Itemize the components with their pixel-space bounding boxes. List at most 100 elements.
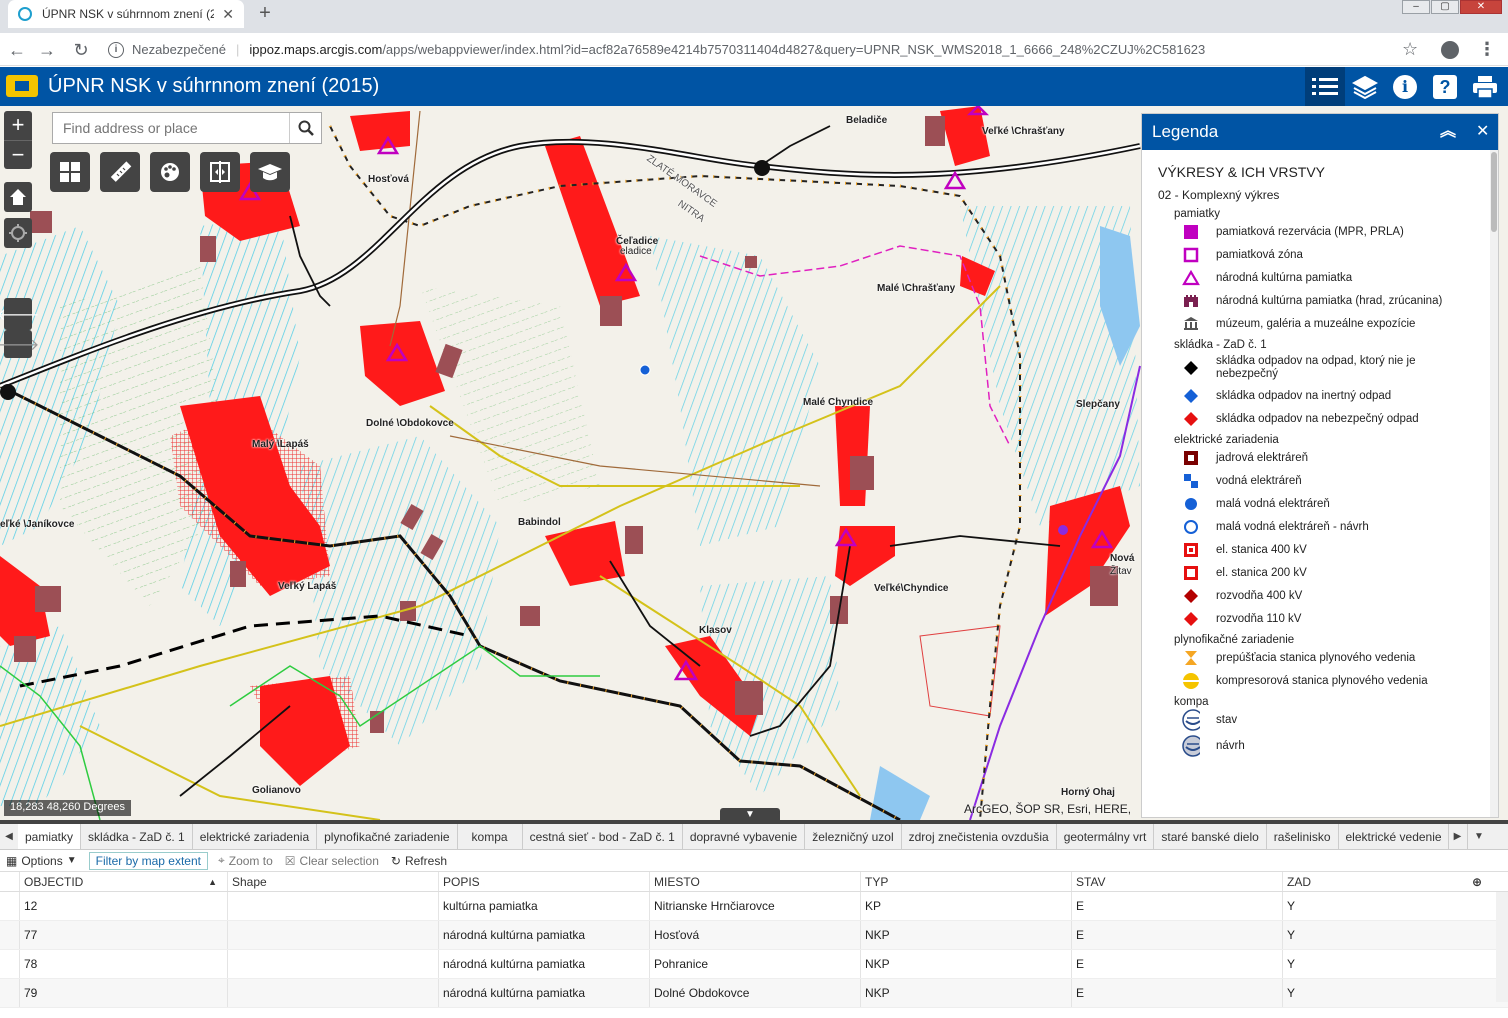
tab-zeleznicny-uzol[interactable]: železničný uzol	[805, 824, 902, 849]
help-button[interactable]: ?	[1425, 67, 1465, 106]
filter-by-map-extent-button[interactable]: Filter by map extent	[88, 851, 208, 870]
close-panel-icon[interactable]: ✕	[1476, 114, 1489, 150]
tab-stare-banske-dielo[interactable]: staré banské dielo	[1154, 824, 1267, 849]
row-select-cell[interactable]	[0, 979, 20, 1007]
column-header-shape[interactable]: Shape	[228, 872, 439, 891]
refresh-label: Refresh	[404, 853, 447, 868]
account-avatar-icon[interactable]	[1441, 41, 1459, 59]
table-row[interactable]: 77 národná kultúrna pamiatka Hosťová NKP…	[0, 921, 1508, 950]
place-label: Slepčany	[1076, 399, 1120, 410]
railway-node[interactable]	[0, 384, 16, 400]
sort-asc-icon: ▲	[208, 876, 217, 887]
legend-group-label: kompa	[1174, 696, 1209, 708]
browser-tab[interactable]: ÚPNR NSK v súhrnnom znení (20 ✕	[8, 0, 244, 28]
tab-geotermalny-vrt[interactable]: geotermálny vrt	[1056, 824, 1155, 849]
measure-button[interactable]	[100, 152, 140, 192]
column-header-stav[interactable]: STAV	[1072, 872, 1283, 891]
legend-item-label: rozvodňa 110 kV	[1216, 612, 1302, 625]
layers-icon	[1352, 75, 1378, 99]
zoom-in-button[interactable]: +	[4, 111, 32, 140]
railway-node[interactable]	[754, 160, 770, 176]
layers-button[interactable]	[1345, 67, 1385, 106]
station-node[interactable]	[1058, 525, 1068, 535]
browser-tabbar: ÚPNR NSK v súhrnnom znení (20 ✕ + – ▢ ✕	[0, 0, 1508, 33]
cell-typ: NKP	[861, 921, 1072, 949]
settlement-area	[545, 521, 625, 586]
next-extent-button[interactable]: 🡒	[0, 330, 39, 358]
info-icon[interactable]: i	[108, 41, 124, 58]
search-input[interactable]	[53, 113, 289, 143]
legend-item: národná kultúrna pamiatka	[1182, 270, 1498, 286]
options-menu[interactable]: ▦ Options ▼	[6, 854, 77, 868]
legend-item: rozvodňa 400 kV	[1182, 588, 1498, 604]
tab-elektricke-vedenie[interactable]: elektrické vedenie	[1338, 824, 1449, 849]
clear-selection-button[interactable]: ☒ Clear selection	[285, 854, 379, 868]
url-field[interactable]: i Nezabezpečené | ippoz.maps.arcgis.com …	[108, 37, 1428, 62]
legend-list-button[interactable]	[1305, 67, 1345, 106]
attribute-table-toggle[interactable]: ▼	[720, 808, 780, 820]
row-select-cell[interactable]	[0, 921, 20, 949]
column-header-typ[interactable]: TYP	[861, 872, 1072, 891]
legend-scroll-thumb[interactable]	[1491, 152, 1497, 232]
column-header-popis[interactable]: POPIS	[439, 872, 650, 891]
column-header-zad[interactable]: ZAD ⊕	[1283, 872, 1488, 891]
table-row[interactable]: 79 národná kultúrna pamiatka Dolné Obdok…	[0, 979, 1508, 1008]
row-select-cell[interactable]	[0, 892, 20, 920]
tabs-scroll-left-icon[interactable]: ◀	[0, 824, 18, 849]
tab-skladka[interactable]: skládka - ZaD č. 1	[81, 824, 193, 849]
browser-address-bar: ← → ↻ i Nezabezpečené | ippoz.maps.arcgi…	[0, 33, 1508, 66]
legend-item: múzeum, galéria a muzeálne expozície	[1182, 316, 1498, 332]
tabs-scroll-right-icon[interactable]: ▶	[1449, 824, 1467, 849]
home-button[interactable]	[4, 182, 32, 212]
cell-shape	[228, 921, 439, 949]
grid-scrollbar[interactable]	[1496, 892, 1508, 1002]
tab-pamiatky[interactable]: pamiatky	[18, 824, 82, 849]
search-button[interactable]	[289, 113, 321, 143]
column-header-miesto[interactable]: MIESTO	[650, 872, 861, 891]
small-hydro-plant[interactable]	[639, 364, 651, 376]
close-tab-icon[interactable]: ✕	[222, 6, 234, 23]
road-black	[889, 535, 1061, 547]
row-select-cell[interactable]	[0, 950, 20, 978]
table-row[interactable]: 78 národná kultúrna pamiatka Pohranice N…	[0, 950, 1508, 979]
place-label: Horný Ohaj	[1061, 787, 1115, 798]
tab-elektricke-zariadenia[interactable]: elektrické zariadenia	[192, 824, 318, 849]
tab-cestna-siet[interactable]: cestná sieť - bod - ZaD č. 1	[522, 824, 683, 849]
arrow-right-icon: 🡒	[0, 336, 40, 354]
add-column-icon[interactable]: ⊕	[1472, 875, 1482, 889]
new-tab-button[interactable]: +	[252, 2, 278, 24]
maximize-button[interactable]: ▢	[1431, 0, 1459, 14]
tab-raselinisko[interactable]: rašelinisko	[1266, 824, 1339, 849]
bookmark-star-icon[interactable]: ☆	[1402, 39, 1418, 60]
zoom-out-button[interactable]: −	[4, 140, 32, 169]
cell-miesto: Hosťová	[650, 921, 861, 949]
zoom-to-button[interactable]: ⌖ Zoom to	[218, 853, 273, 868]
about-button[interactable]: i	[1385, 67, 1425, 106]
print-button[interactable]	[1465, 67, 1505, 106]
edu-button[interactable]	[250, 152, 290, 192]
zoom-control: + −	[4, 111, 32, 169]
minimize-button[interactable]: –	[1402, 0, 1430, 14]
my-location-button[interactable]	[4, 218, 32, 248]
window-close-button[interactable]: ✕	[1460, 0, 1502, 14]
previous-extent-button[interactable]: 🡐	[0, 298, 39, 330]
tabs-menu-icon[interactable]: ▼	[1466, 824, 1491, 849]
basemap-gallery-button[interactable]	[50, 152, 90, 192]
column-header-objectid[interactable]: OBJECTID ▲	[20, 872, 228, 891]
legend-item: pamiatková rezervácia (MPR, PRLA)	[1182, 224, 1498, 240]
cell-stav: E	[1072, 979, 1283, 1007]
tab-plynofikacne-zariadenie[interactable]: plynofikačné zariadenie	[317, 824, 458, 849]
tab-kompa[interactable]: kompa	[457, 824, 523, 849]
back-button[interactable]: ←	[6, 39, 28, 61]
tab-zdroj-znecistenia[interactable]: zdroj znečistenia ovzdušia	[901, 824, 1057, 849]
browser-menu-icon[interactable]: ⋮	[1478, 39, 1496, 60]
forward-button[interactable]: →	[36, 39, 58, 61]
swipe-button[interactable]	[200, 152, 240, 192]
draw-button[interactable]	[150, 152, 190, 192]
legend-scrollbar[interactable]	[1490, 150, 1498, 817]
reload-button[interactable]: ↻	[70, 39, 92, 61]
tab-dopravne-vybavenie[interactable]: dopravné vybavenie	[682, 824, 806, 849]
table-row[interactable]: 12 kultúrna pamiatka Nitrianske Hrnčiaro…	[0, 892, 1508, 921]
collapse-panel-icon[interactable]: ︽	[1440, 114, 1456, 150]
refresh-button[interactable]: ↻ Refresh	[391, 854, 447, 868]
